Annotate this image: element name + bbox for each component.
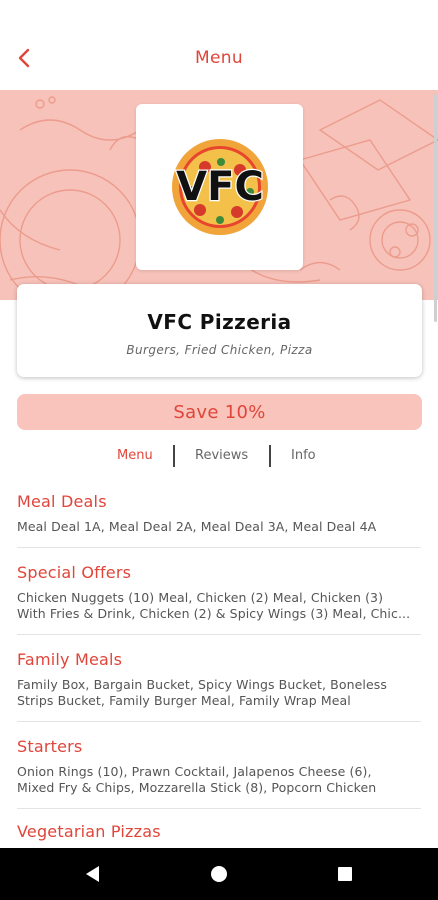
tab-menu[interactable]: Menu [117, 448, 153, 463]
category-items: Family Box, Bargain Bucket, Spicy Wings … [17, 677, 421, 709]
tab-divider [269, 445, 271, 467]
category-vegetarian-pizzas[interactable]: Vegetarian Pizzas [17, 809, 421, 849]
nav-home-button[interactable] [207, 862, 231, 886]
category-items-line: Onion Rings (10), Prawn Cocktail, Jalape… [17, 764, 372, 779]
home-circle-icon [211, 866, 227, 882]
category-items-line: Meal Deal 1A, Meal Deal 2A, Meal Deal 3A… [17, 519, 377, 534]
category-starters[interactable]: Starters Onion Rings (10), Prawn Cocktai… [17, 722, 421, 809]
restaurant-info-card: VFC Pizzeria Burgers, Fried Chicken, Piz… [17, 284, 422, 377]
system-navigation-bar [0, 848, 438, 900]
category-items: Onion Rings (10), Prawn Cocktail, Jalape… [17, 764, 421, 796]
restaurant-logo: VFC [136, 104, 303, 270]
menu-category-list: Meal Deals Meal Deal 1A, Meal Deal 2A, M… [17, 484, 421, 849]
category-title: Family Meals [17, 650, 123, 669]
category-items-line: Strips Bucket, Family Burger Meal, Famil… [17, 693, 351, 708]
restaurant-cuisines: Burgers, Fried Chicken, Pizza [126, 343, 313, 357]
recents-square-icon [338, 867, 352, 881]
category-special-offers[interactable]: Special Offers Chicken Nuggets (10) Meal… [17, 548, 421, 635]
category-family-meals[interactable]: Family Meals Family Box, Bargain Bucket,… [17, 635, 421, 722]
category-items-line: Mixed Fry & Chips, Mozzarella Stick (8),… [17, 780, 377, 795]
category-items: Meal Deal 1A, Meal Deal 2A, Meal Deal 3A… [17, 519, 421, 535]
discount-badge: Save 10% [17, 394, 422, 430]
category-title: Meal Deals [17, 492, 107, 511]
tab-info[interactable]: Info [291, 448, 316, 463]
scrollbar[interactable] [434, 94, 437, 322]
category-items-line: Chicken Nuggets (10) Meal, Chicken (2) M… [17, 590, 384, 605]
pizza-logo-icon: VFC [171, 139, 268, 235]
category-items-line: Family Box, Bargain Bucket, Spicy Wings … [17, 677, 388, 692]
restaurant-name: VFC Pizzeria [147, 310, 292, 334]
page-title: Menu [195, 48, 243, 68]
nav-back-button[interactable] [80, 862, 104, 886]
tab-bar: Menu Reviews Info [0, 443, 438, 469]
back-triangle-icon [86, 866, 99, 882]
app-header: Menu [0, 0, 438, 90]
nav-recents-button[interactable] [333, 862, 357, 886]
category-title: Vegetarian Pizzas [17, 822, 161, 841]
category-title: Starters [17, 737, 83, 756]
tab-divider [173, 445, 175, 467]
category-meal-deals[interactable]: Meal Deals Meal Deal 1A, Meal Deal 2A, M… [17, 484, 421, 548]
category-title: Special Offers [17, 563, 132, 582]
category-items-line: With Fries & Drink, Chicken (2) & Spicy … [17, 606, 411, 621]
category-items: Chicken Nuggets (10) Meal, Chicken (2) M… [17, 590, 421, 622]
tab-reviews[interactable]: Reviews [195, 448, 248, 463]
logo-text: VFC [176, 164, 264, 210]
